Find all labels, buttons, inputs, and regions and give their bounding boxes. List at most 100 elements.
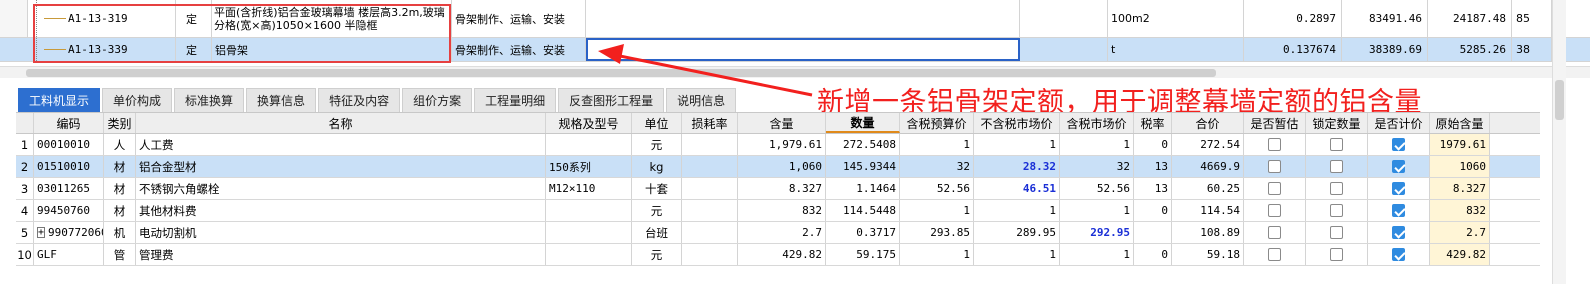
unit-cell[interactable]: 元 bbox=[632, 244, 682, 265]
category-cell[interactable]: 材 bbox=[104, 178, 136, 199]
loss-rate-cell[interactable] bbox=[682, 200, 738, 221]
col-header-lock-qty[interactable]: 锁定数量 bbox=[1306, 113, 1368, 133]
name-cell[interactable]: 其他材料费 bbox=[136, 200, 546, 221]
content-cell[interactable]: 1,979.61 bbox=[738, 134, 826, 155]
name-cell[interactable]: 电动切割机 bbox=[136, 222, 546, 243]
quantity-cell[interactable]: 1.1464 bbox=[826, 178, 900, 199]
tab-description-info[interactable]: 说明信息 bbox=[666, 88, 737, 112]
row-number[interactable]: 3 bbox=[16, 178, 34, 199]
notax-market-price-cell[interactable]: 1 bbox=[974, 200, 1060, 221]
lock-qty-checkbox[interactable] bbox=[1306, 244, 1368, 265]
unit-cell[interactable]: 十套 bbox=[632, 178, 682, 199]
col-header-name[interactable]: 名称 bbox=[136, 113, 546, 133]
category-cell[interactable]: 材 bbox=[104, 156, 136, 177]
content-cell[interactable]: 429.82 bbox=[738, 244, 826, 265]
checkbox-empty-icon[interactable] bbox=[1268, 182, 1281, 195]
tax-rate-cell[interactable]: 0 bbox=[1134, 244, 1172, 265]
checkbox-empty-icon[interactable] bbox=[1268, 226, 1281, 239]
col-header-tax-rate[interactable]: 税率 bbox=[1134, 113, 1172, 133]
row-number[interactable]: 1 bbox=[16, 134, 34, 155]
code-cell[interactable]: 03011265 bbox=[34, 178, 104, 199]
col-header-notax-market-price[interactable]: 不含税市场价 bbox=[974, 113, 1060, 133]
total-cell[interactable]: 59.18 bbox=[1172, 244, 1244, 265]
row-number[interactable]: 5 bbox=[16, 222, 34, 243]
checkbox-checked-icon[interactable] bbox=[1392, 204, 1405, 217]
category-cell[interactable]: 人 bbox=[104, 134, 136, 155]
table-row[interactable]: 1 00010010 人人工费 元 1,979.61 272.5408 1 1 1 0 272.54… bbox=[16, 134, 1540, 156]
priced-checkbox[interactable] bbox=[1368, 178, 1430, 199]
col-header-quantity[interactable]: 数量 bbox=[826, 113, 900, 133]
tab-features-content[interactable]: 特征及内容 bbox=[318, 88, 401, 112]
code-cell[interactable]: +990772060 bbox=[34, 222, 104, 243]
loss-rate-cell[interactable] bbox=[682, 178, 738, 199]
table-row[interactable]: 10 GLF 管管理费元 429.82 59.175 1 1 1 0 59.18 429.82 bbox=[16, 244, 1540, 266]
checkbox-empty-icon[interactable] bbox=[1268, 160, 1281, 173]
quantity-cell[interactable]: 272.5408 bbox=[826, 134, 900, 155]
tab-unit-price-composition[interactable]: 单价构成 bbox=[102, 88, 173, 112]
total-cell[interactable]: 272.54 bbox=[1172, 134, 1244, 155]
spec-cell[interactable] bbox=[546, 222, 632, 243]
original-content-cell[interactable]: 1979.61 bbox=[1430, 134, 1490, 155]
expand-icon[interactable]: + bbox=[37, 227, 46, 238]
checkbox-checked-icon[interactable] bbox=[1392, 138, 1405, 151]
spec-cell[interactable] bbox=[546, 200, 632, 221]
tax-budget-price-cell[interactable]: 293.85 bbox=[900, 222, 974, 243]
row-number[interactable]: 2 bbox=[16, 156, 34, 177]
original-content-cell[interactable]: 832 bbox=[1430, 200, 1490, 221]
checkbox-empty-icon[interactable] bbox=[1330, 138, 1343, 151]
notax-market-price-cell[interactable]: 46.51 bbox=[974, 178, 1060, 199]
loss-rate-cell[interactable] bbox=[682, 244, 738, 265]
col-header-loss-rate[interactable]: 损耗率 bbox=[682, 113, 738, 133]
loss-rate-cell[interactable] bbox=[682, 222, 738, 243]
unit-cell[interactable]: 元 bbox=[632, 200, 682, 221]
original-content-cell[interactable]: 2.7 bbox=[1430, 222, 1490, 243]
quantity-cell[interactable]: 114.5448 bbox=[826, 200, 900, 221]
checkbox-empty-icon[interactable] bbox=[1330, 226, 1343, 239]
col-header-priced[interactable]: 是否计价 bbox=[1368, 113, 1430, 133]
notax-market-price-cell[interactable]: 28.32 bbox=[974, 156, 1060, 177]
total-cell[interactable]: 60.25 bbox=[1172, 178, 1244, 199]
tax-market-price-cell[interactable]: 52.56 bbox=[1060, 178, 1134, 199]
lock-qty-checkbox[interactable] bbox=[1306, 134, 1368, 155]
name-cell[interactable]: 铝合金型材 bbox=[136, 156, 546, 177]
table-row[interactable]: 5 +990772060 机电动切割机 台班 2.7 0.3717 293.85 289.95… bbox=[16, 222, 1540, 244]
checkbox-empty-icon[interactable] bbox=[1330, 248, 1343, 261]
tax-market-price-cell[interactable]: 1 bbox=[1060, 200, 1134, 221]
tax-budget-price-cell[interactable]: 32 bbox=[900, 156, 974, 177]
checkbox-empty-icon[interactable] bbox=[1330, 182, 1343, 195]
table-row[interactable]: 4 99450760 材其他材料费 元 832 114.5448 1 1 1 0 114.54 832 bbox=[16, 200, 1540, 222]
original-content-cell[interactable]: 1060 bbox=[1430, 156, 1490, 177]
code-cell[interactable]: 99450760 bbox=[34, 200, 104, 221]
code-cell[interactable]: 00010010 bbox=[34, 134, 104, 155]
total-cell[interactable]: 4669.9 bbox=[1172, 156, 1244, 177]
notax-market-price-cell[interactable]: 1 bbox=[974, 134, 1060, 155]
name-cell[interactable]: 管理费 bbox=[136, 244, 546, 265]
spec-cell[interactable] bbox=[546, 244, 632, 265]
unit-cell[interactable]: 元 bbox=[632, 134, 682, 155]
col-header-provisional[interactable]: 是否暂估 bbox=[1244, 113, 1306, 133]
provisional-checkbox[interactable] bbox=[1244, 244, 1306, 265]
tax-rate-cell[interactable]: 13 bbox=[1134, 178, 1172, 199]
original-content-cell[interactable]: 8.327 bbox=[1430, 178, 1490, 199]
tab-graphic-quantity-lookup[interactable]: 反查图形工程量 bbox=[558, 88, 665, 112]
col-header-category[interactable]: 类别 bbox=[104, 113, 136, 133]
tax-rate-cell[interactable]: 13 bbox=[1134, 156, 1172, 177]
priced-checkbox[interactable] bbox=[1368, 222, 1430, 243]
checkbox-empty-icon[interactable] bbox=[1268, 248, 1281, 261]
provisional-checkbox[interactable] bbox=[1244, 222, 1306, 243]
total-cell[interactable]: 108.89 bbox=[1172, 222, 1244, 243]
provisional-checkbox[interactable] bbox=[1244, 134, 1306, 155]
vertical-scrollbar[interactable] bbox=[1552, 0, 1566, 284]
tab-standard-conversion[interactable]: 标准换算 bbox=[174, 88, 245, 112]
checkbox-checked-icon[interactable] bbox=[1392, 226, 1405, 239]
notax-market-price-cell[interactable]: 289.95 bbox=[974, 222, 1060, 243]
tab-labor-material-machine[interactable]: 工料机显示 bbox=[18, 88, 101, 112]
provisional-checkbox[interactable] bbox=[1244, 200, 1306, 221]
lock-qty-checkbox[interactable] bbox=[1306, 156, 1368, 177]
tax-budget-price-cell[interactable]: 52.56 bbox=[900, 178, 974, 199]
name-cell[interactable]: 人工费 bbox=[136, 134, 546, 155]
col-header-code[interactable]: 编码 bbox=[34, 113, 104, 133]
tab-conversion-info[interactable]: 换算信息 bbox=[246, 88, 317, 112]
col-header-total[interactable]: 合价 bbox=[1172, 113, 1244, 133]
tax-rate-cell[interactable]: 0 bbox=[1134, 200, 1172, 221]
